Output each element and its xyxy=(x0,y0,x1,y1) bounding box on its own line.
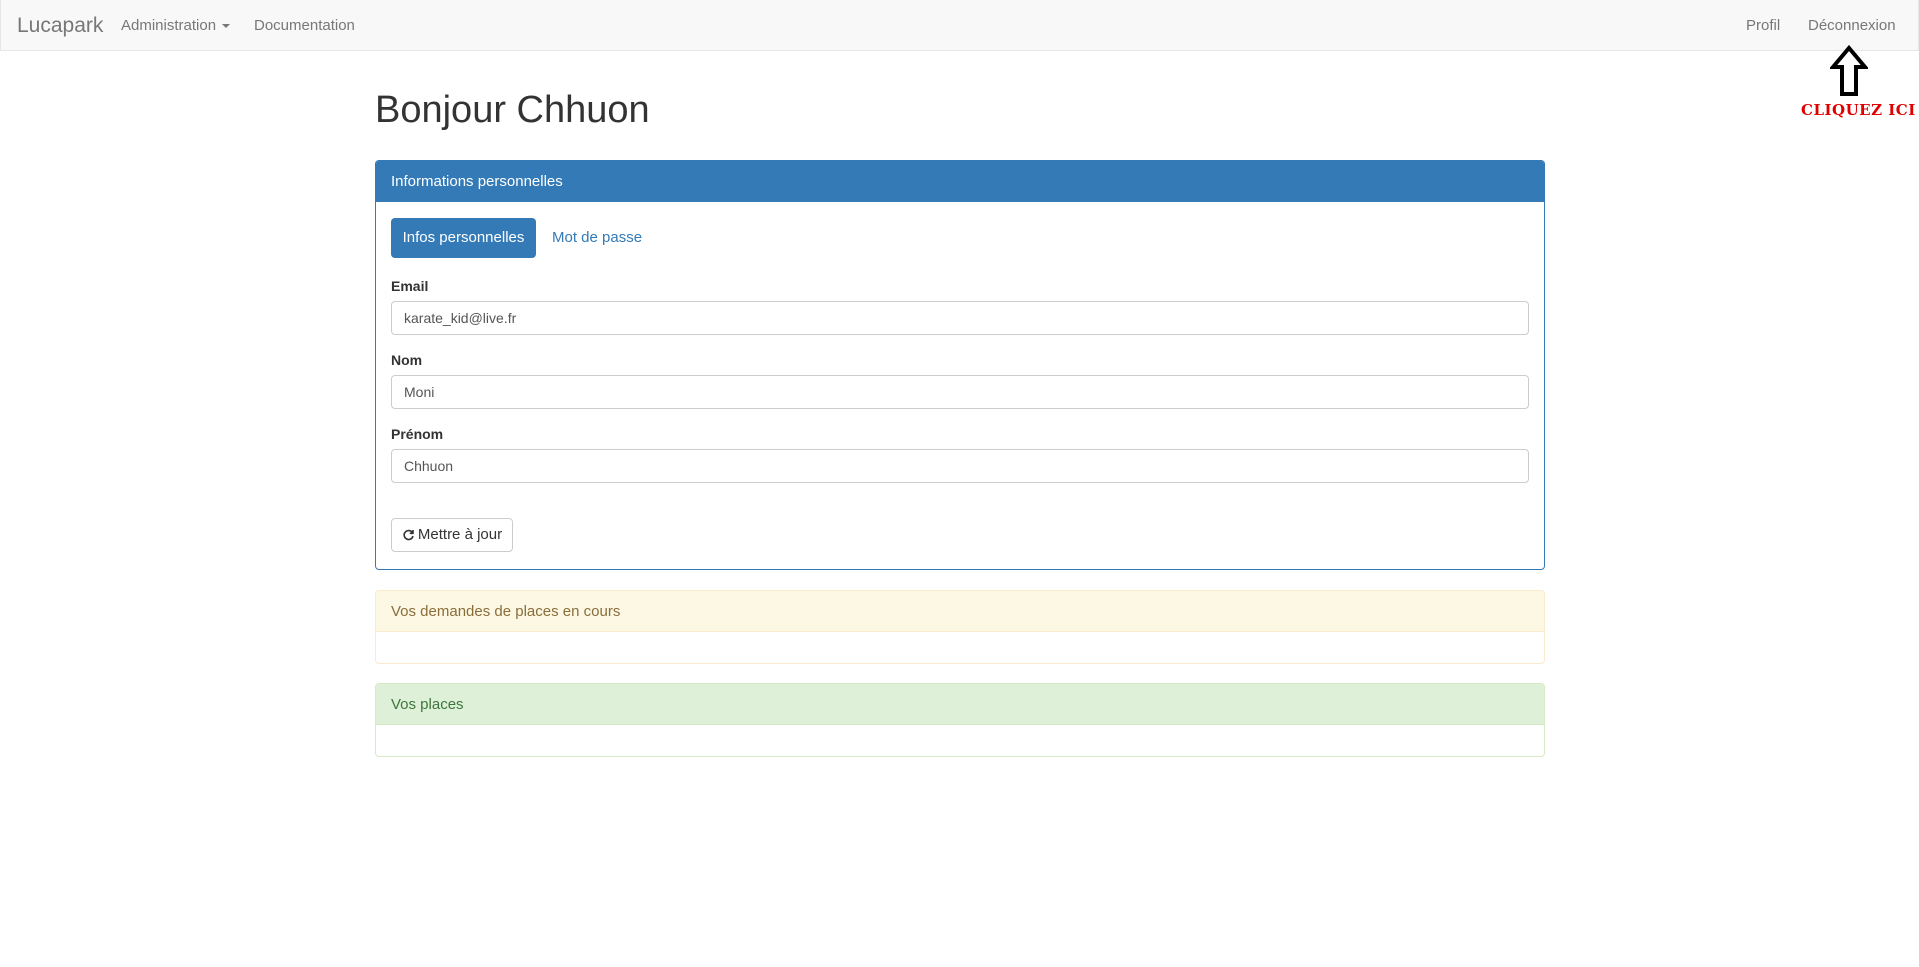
refresh-icon xyxy=(403,529,414,541)
personal-info-heading: Informations personnelles xyxy=(376,161,1544,202)
page-title: Bonjour Chhuon xyxy=(375,89,650,131)
places-panel: Vos places xyxy=(375,683,1545,757)
personal-info-panel: Informations personnelles Infos personne… xyxy=(375,160,1545,570)
caret-down-icon xyxy=(222,24,231,29)
up-arrow-icon xyxy=(1830,45,1868,96)
profile-link[interactable]: Profil xyxy=(1746,17,1780,34)
pending-requests-heading: Vos demandes de places en cours xyxy=(376,591,1544,632)
nom-label: Nom xyxy=(391,352,423,368)
documentation-link[interactable]: Documentation xyxy=(254,17,355,34)
email-label: Email xyxy=(391,278,429,294)
top-navbar: Lucapark Administration Documentation Pr… xyxy=(0,0,1919,51)
update-button[interactable]: Mettre à jour xyxy=(391,518,513,552)
brand-link[interactable]: Lucapark xyxy=(17,15,103,36)
administration-label: Administration xyxy=(121,17,217,34)
tab-infos-personnelles[interactable]: Infos personnelles xyxy=(391,218,536,258)
administration-dropdown[interactable]: Administration xyxy=(121,17,231,34)
prenom-label: Prénom xyxy=(391,426,444,442)
pending-requests-panel: Vos demandes de places en cours xyxy=(375,590,1545,664)
click-here-annotation: CLIQUEZ ICI xyxy=(1801,101,1916,119)
places-heading: Vos places xyxy=(376,684,1544,725)
logout-link[interactable]: Déconnexion xyxy=(1808,17,1896,34)
tab-mot-de-passe[interactable]: Mot de passe xyxy=(552,218,642,258)
prenom-field[interactable]: Chhuon xyxy=(391,449,1529,483)
update-button-label: Mettre à jour xyxy=(417,526,503,543)
email-field[interactable]: karate_kid@live.fr xyxy=(391,301,1529,335)
nom-field[interactable]: Moni xyxy=(391,375,1529,409)
